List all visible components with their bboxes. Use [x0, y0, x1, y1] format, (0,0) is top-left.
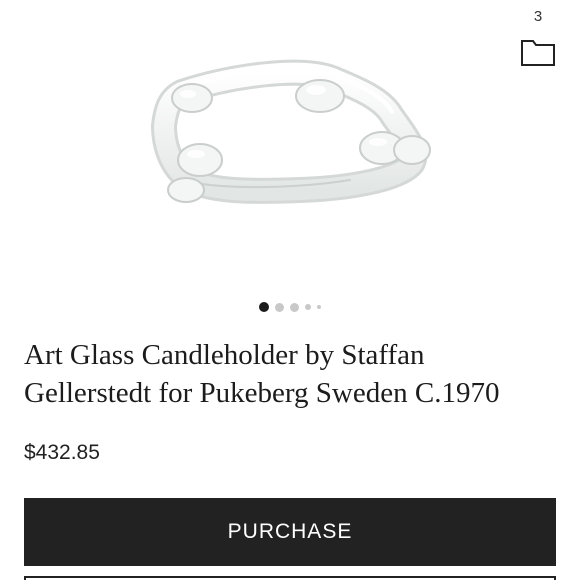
pagination-dot[interactable] — [305, 304, 311, 310]
pagination-dot-active[interactable] — [259, 302, 269, 312]
pagination-dot[interactable] — [317, 305, 321, 309]
product-title-line-2: Gellerstedt for Pukeberg Sweden C.1970 — [24, 377, 500, 409]
product-image[interactable] — [120, 40, 460, 240]
product-price: $432.85 — [24, 441, 100, 464]
purchase-button[interactable]: PURCHASE — [24, 498, 556, 566]
image-pagination — [0, 302, 580, 312]
pagination-dot[interactable] — [275, 302, 284, 312]
pagination-dot[interactable] — [290, 302, 299, 312]
secondary-button[interactable] — [24, 576, 556, 580]
side-actions: 3 — [520, 0, 556, 67]
product-title-line-1: Art Glass Candleholder by Staffan — [24, 339, 425, 371]
product-title: Art Glass Candleholder by Staffan Geller… — [24, 336, 544, 412]
folder-icon[interactable] — [520, 37, 556, 67]
save-count: 3 — [533, 8, 543, 25]
